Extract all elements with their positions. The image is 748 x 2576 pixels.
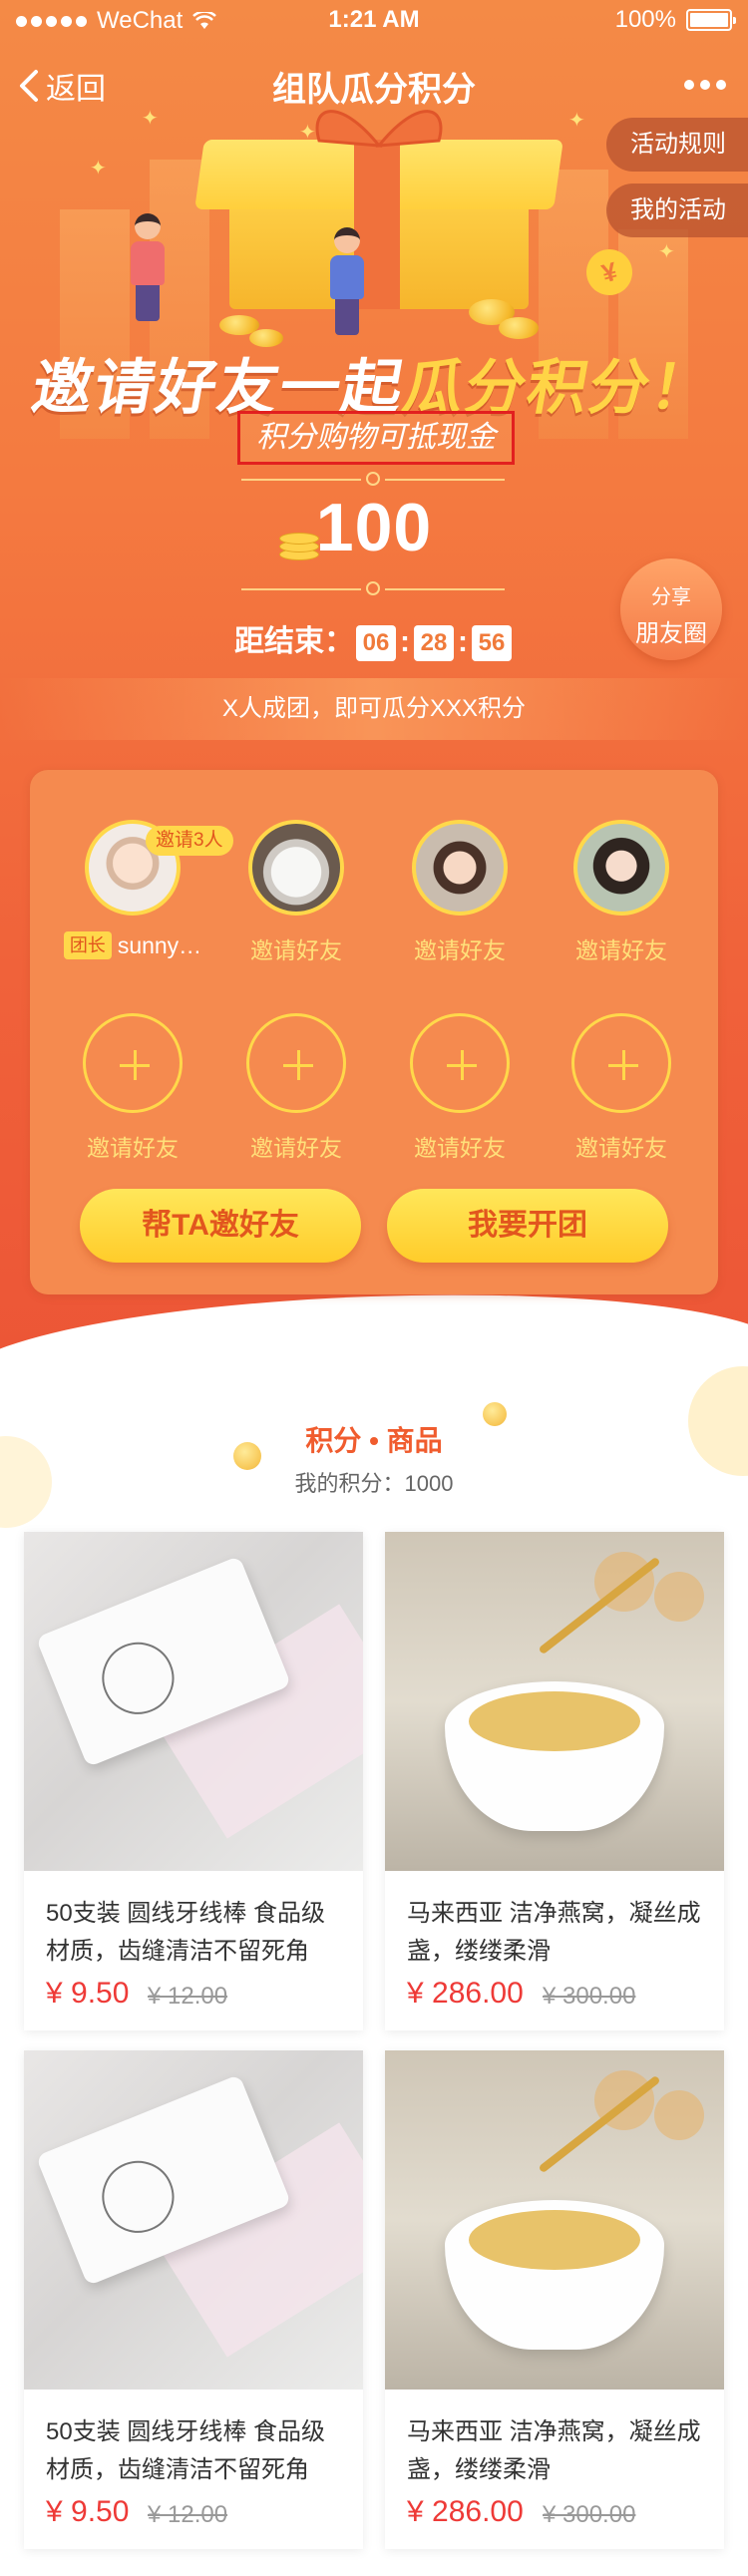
invite-slot[interactable]: 邀请好友 bbox=[547, 1013, 696, 1163]
hero-subtitle: 积分购物可抵现金 bbox=[237, 411, 515, 465]
sparkle-icon: ✦ bbox=[658, 241, 675, 263]
battery-icon bbox=[686, 9, 736, 31]
divider-line bbox=[385, 588, 505, 590]
divider-line bbox=[385, 479, 505, 481]
product-card[interactable]: 马来西亚 洁净燕窝，凝丝成盏，缕缕柔滑 ¥ 286.00 ¥ 300.00 bbox=[385, 2050, 724, 2549]
page-title: 组队瓜分积分 bbox=[272, 71, 476, 109]
leader-tag: 团长 bbox=[63, 931, 112, 959]
plus-icon bbox=[571, 1013, 671, 1113]
product-price: ¥ 9.50 bbox=[46, 1977, 130, 2010]
bokeh-decoration bbox=[654, 1572, 704, 1622]
coin-icon bbox=[499, 317, 539, 339]
avatar bbox=[573, 820, 669, 916]
invite-slot[interactable]: 邀请好友 bbox=[58, 1013, 207, 1163]
page: ✦ ✦ ✦ ✦ ✦ ¥ WeChat 1:21 AM 100% 返回 组队瓜分积… bbox=[0, 0, 748, 2576]
my-activity-button[interactable]: 我的活动 bbox=[606, 184, 748, 237]
more-menu-button[interactable] bbox=[684, 80, 726, 90]
section-title: 积分 • 商品 bbox=[305, 1425, 443, 1456]
activity-rules-button[interactable]: 活动规则 bbox=[606, 118, 748, 172]
invite-slot[interactable]: 邀请好友 bbox=[385, 1013, 535, 1163]
product-old-price: ¥ 12.00 bbox=[148, 1983, 228, 2010]
product-title: 50支装 圆线牙线棒 食品级材质，齿缝清洁不留死角 bbox=[46, 2418, 326, 2483]
seal-icon bbox=[91, 2149, 186, 2244]
divider-dot bbox=[366, 472, 380, 486]
invite-slot-label: 邀请好友 bbox=[414, 1135, 506, 1161]
battery-percent: 100% bbox=[614, 6, 676, 33]
more-dot bbox=[700, 80, 710, 90]
more-dot bbox=[684, 80, 694, 90]
soup-illustration bbox=[469, 2210, 640, 2270]
points-value: 100 bbox=[315, 490, 433, 565]
countdown-minutes: 28 bbox=[414, 625, 454, 662]
avatar bbox=[412, 820, 508, 916]
seal-icon bbox=[91, 1631, 186, 1725]
team-leader[interactable]: 邀请3人 团长 sunny… bbox=[58, 820, 233, 959]
team-member[interactable]: 邀请好友 bbox=[221, 820, 371, 965]
avatar bbox=[248, 820, 344, 916]
divider-line bbox=[241, 588, 361, 590]
plus-icon bbox=[246, 1013, 346, 1113]
my-points-label: 我的积分：1000 bbox=[294, 1471, 454, 1496]
nav-bar: 返回 组队瓜分积分 bbox=[0, 40, 748, 130]
product-image bbox=[24, 2050, 363, 2390]
team-member[interactable]: 邀请好友 bbox=[547, 820, 696, 965]
person-illustration bbox=[128, 213, 168, 321]
team-member[interactable]: 邀请好友 bbox=[385, 820, 535, 965]
product-image bbox=[24, 1532, 363, 1871]
product-card[interactable]: 50支装 圆线牙线棒 食品级材质，齿缝清洁不留死角 ¥ 9.50 ¥ 12.00 bbox=[24, 1532, 363, 2030]
product-old-price: ¥ 300.00 bbox=[543, 2501, 636, 2528]
bokeh-decoration bbox=[654, 2090, 704, 2140]
team-card: 邀请3人 团长 sunny… 邀请好友 邀请好友 邀请好友 邀请好友 邀请好友 bbox=[30, 770, 718, 1294]
status-bar: WeChat 1:21 AM 100% bbox=[0, 0, 748, 40]
divider-line bbox=[241, 479, 361, 481]
share-moments-button[interactable]: 分享 朋友圈 bbox=[620, 558, 722, 660]
help-invite-button[interactable]: 帮TA邀好友 bbox=[80, 1189, 361, 1263]
plus-icon bbox=[410, 1013, 510, 1113]
share-label: 分享 bbox=[651, 586, 691, 608]
invite-count-badge: 邀请3人 bbox=[146, 826, 233, 856]
product-image bbox=[385, 2050, 724, 2390]
product-price: ¥ 9.50 bbox=[46, 2495, 130, 2528]
team-rule-banner: X人成团，即可瓜分XXX积分 bbox=[0, 678, 748, 740]
member-label: 邀请好友 bbox=[414, 937, 506, 963]
invite-slot[interactable]: 邀请好友 bbox=[221, 1013, 371, 1163]
share-target-label: 朋友圈 bbox=[635, 620, 707, 647]
status-bar-right: 100% bbox=[614, 6, 736, 34]
invite-slot-label: 邀请好友 bbox=[575, 1135, 667, 1161]
product-old-price: ¥ 300.00 bbox=[543, 1983, 636, 2010]
member-label: 邀请好友 bbox=[250, 937, 342, 963]
countdown-seconds: 56 bbox=[472, 625, 512, 662]
invite-slot-label: 邀请好友 bbox=[250, 1135, 342, 1161]
product-title: 马来西亚 洁净燕窝，凝丝成盏，缕缕柔滑 bbox=[407, 2418, 701, 2483]
countdown-label: 距结束： bbox=[234, 625, 354, 658]
sparkle-icon: ✦ bbox=[90, 158, 107, 180]
start-team-button[interactable]: 我要开团 bbox=[387, 1189, 668, 1263]
leader-info: 团长 sunny… bbox=[58, 931, 207, 959]
product-image bbox=[385, 1532, 724, 1871]
product-title: 马来西亚 洁净燕窝，凝丝成盏，缕缕柔滑 bbox=[407, 1900, 701, 1965]
soup-illustration bbox=[469, 1691, 640, 1751]
member-label: 邀请好友 bbox=[575, 937, 667, 963]
product-card[interactable]: 50支装 圆线牙线棒 食品级材质，齿缝清洁不留死角 ¥ 9.50 ¥ 12.00 bbox=[24, 2050, 363, 2549]
product-title: 50支装 圆线牙线棒 食品级材质，齿缝清洁不留死角 bbox=[46, 1900, 326, 1965]
countdown-hours: 06 bbox=[356, 625, 396, 662]
product-price: ¥ 286.00 bbox=[407, 1977, 524, 2010]
leader-name: sunny… bbox=[117, 931, 202, 958]
divider-dot bbox=[366, 581, 380, 595]
invite-slot-label: 邀请好友 bbox=[87, 1135, 179, 1161]
plus-icon bbox=[83, 1013, 183, 1113]
person-illustration bbox=[327, 227, 367, 335]
product-card[interactable]: 马来西亚 洁净燕窝，凝丝成盏，缕缕柔滑 ¥ 286.00 ¥ 300.00 bbox=[385, 1532, 724, 2030]
product-old-price: ¥ 12.00 bbox=[148, 2501, 228, 2528]
product-price: ¥ 286.00 bbox=[407, 2495, 524, 2528]
more-dot bbox=[716, 80, 726, 90]
